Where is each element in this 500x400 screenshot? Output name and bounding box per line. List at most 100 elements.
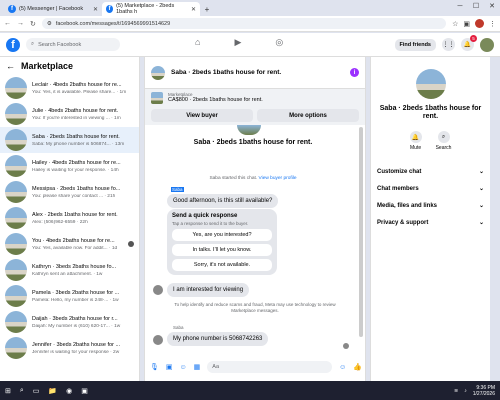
conversation-preview: Alex: (506)962-6559 · 22h (32, 219, 88, 225)
emoji-icon[interactable]: ☺ (339, 364, 346, 371)
conversation-item[interactable]: You · 4beds 2baths house for re... You: Y… (0, 231, 139, 257)
conversation-preview: Hailey is waiting for your response. · 1… (32, 167, 119, 173)
clock[interactable]: 9:36 PM 1/27/2026 (473, 385, 495, 397)
app-icon[interactable]: ▣ (81, 387, 88, 395)
conversation-item[interactable]: Pamela · 3beds 2baths house for ... Pamel… (0, 283, 139, 309)
home-icon[interactable]: ⌂ (195, 37, 200, 48)
notifications-icon[interactable]: 🔔 5 (461, 35, 477, 51)
conversation-item[interactable]: Hailey · 4beds 2baths house for re... Hai… (0, 153, 139, 179)
site-info-icon[interactable]: ⚙ (47, 21, 52, 27)
listing-card: Marketplace CA$800 · 2beds 1baths house … (145, 89, 365, 125)
profile-avatar[interactable] (480, 37, 494, 52)
main-nav: ⌂ ▶ ◎ (195, 37, 283, 48)
conversation-name: You · 4beds 2baths house for re... (32, 237, 115, 244)
find-friends-button[interactable]: Find friends (394, 38, 436, 51)
back-icon[interactable]: ← (4, 20, 11, 27)
quick-reply-button[interactable]: Yes, are you interested? (172, 229, 272, 241)
photo-icon[interactable]: ▣ (166, 363, 173, 371)
conversation-item[interactable]: Jennifer · 3beds 2baths house for ... Jen… (0, 335, 139, 361)
conversation-name: Alex · 2beds 1baths house for rent. (32, 211, 118, 218)
back-arrow-icon[interactable]: ← (6, 61, 15, 71)
listing-thumbnail (5, 77, 27, 99)
more-options-button[interactable]: More options (257, 109, 359, 122)
sender-avatar[interactable] (153, 335, 163, 345)
close-tab-icon[interactable]: ✕ (191, 6, 196, 13)
sender-avatar[interactable] (153, 285, 163, 295)
listing-thumbnail (5, 285, 27, 307)
conversation-item[interactable]: Leclair · 4beds 2baths house for re... Yo… (0, 75, 139, 101)
details-section[interactable]: Chat members ⌄ (371, 180, 490, 197)
conversation-name: Saba · 2beds 1baths house for rent. (32, 133, 120, 140)
scrollbar[interactable] (359, 127, 363, 337)
volume-icon[interactable]: ♪ (464, 388, 467, 394)
close-tab-icon[interactable]: ✕ (93, 6, 98, 13)
notification-badge: 5 (470, 35, 477, 42)
minimize-icon[interactable]: ─ (452, 0, 468, 14)
close-window-icon[interactable]: ✕ (484, 0, 500, 14)
mute-button[interactable]: 🔔 Mute (409, 131, 422, 151)
task-view-icon[interactable]: ▭ (33, 387, 40, 395)
details-section[interactable]: Media, files and links ⌄ (371, 197, 490, 214)
conversation-item-selected[interactable]: Saba · 2beds 1baths house for rent. Saba:… (0, 127, 139, 153)
info-icon[interactable]: i (350, 68, 359, 77)
listing-price: CA$800 · 2beds 1baths house for rent. (168, 97, 263, 103)
listing-thumbnail (5, 259, 27, 281)
chat-panel: Saba · 2beds 1baths house for rent. i Ma… (144, 57, 366, 381)
quick-reply-button[interactable]: Sorry, it's not available. (172, 259, 272, 271)
quick-reply-button[interactable]: In talks. I'll let you know. (172, 244, 272, 256)
listing-thumbnail (5, 233, 27, 255)
file-explorer-icon[interactable]: 📁 (48, 387, 57, 395)
conversation-preview: You: Yes, available now. For addit... · … (32, 245, 118, 251)
groups-icon[interactable]: ◎ (275, 37, 283, 48)
conversation-title: Saba · 2beds 1baths house for rent. (193, 139, 313, 146)
conversation-item[interactable]: Kathryn · 3beds 2baths house fo... Kathry… (0, 257, 139, 283)
wifi-icon[interactable]: ≋ (454, 388, 458, 394)
conversation-preview: You: If you're interested in viewing ...… (32, 115, 121, 121)
quick-response-title: Send a quick response (172, 213, 238, 219)
gif-icon[interactable]: ▦ (194, 363, 201, 371)
details-section[interactable]: Privacy & support ⌄ (371, 214, 490, 231)
extensions-icon[interactable]: ▣ (463, 20, 470, 28)
tab-title: (5) Marketplace - 2beds 1baths h (116, 3, 175, 15)
sticker-icon[interactable]: ☺ (180, 364, 187, 371)
browser-tab-active[interactable]: f (5) Marketplace - 2beds 1baths h ✕ (102, 2, 200, 16)
conversation-item[interactable]: Messipsa · 2beds 1baths house fo... You: … (0, 179, 139, 205)
conversation-item[interactable]: Daijah · 3beds 2baths house for r... Daij… (0, 309, 139, 335)
search-icon[interactable]: ⌕ (20, 387, 24, 395)
listing-thumbnail[interactable] (151, 65, 165, 80)
forward-icon[interactable]: → (17, 20, 24, 27)
message-input[interactable]: Aa (207, 361, 333, 373)
video-icon[interactable]: ▶ (234, 37, 241, 48)
star-icon[interactable]: ☆ (452, 20, 458, 28)
like-icon[interactable]: 👍 (353, 363, 362, 371)
quick-response-card: Send a quick response Tap a response to … (167, 209, 277, 275)
maximize-icon[interactable]: ☐ (468, 0, 484, 14)
conversation-item[interactable]: Alex · 2beds 1baths house for rent. Alex:… (0, 205, 139, 231)
browser-tab[interactable]: f (5) Messenger | Facebook ✕ (4, 2, 102, 16)
reload-icon[interactable]: ↻ (30, 20, 36, 28)
browser-profile-avatar[interactable] (475, 19, 484, 28)
conversation-item[interactable]: Julie · 4beds 2baths house for rent. You:… (0, 101, 139, 127)
start-icon[interactable]: ⊞ (5, 387, 11, 395)
url-field[interactable]: ⚙ facebook.com/messages/t/16945699915146… (41, 18, 447, 29)
chevron-down-icon: ⌄ (478, 220, 484, 226)
view-buyer-button[interactable]: View buyer (151, 109, 253, 122)
menu-icon[interactable]: ⋮ (489, 20, 496, 28)
microphone-icon[interactable]: 🎙 (150, 363, 159, 371)
menu-grid-icon[interactable]: ⋮⋮ (442, 38, 455, 51)
new-tab-button[interactable]: + (200, 2, 214, 16)
search-button[interactable]: ⌕ Search (436, 131, 451, 151)
listing-avatar (415, 69, 446, 99)
conversation-preview: You: Yes, it is available. Please share.… (32, 89, 127, 95)
conversation-preview: Daijah: My number is (610) 620-17... · 1… (32, 323, 121, 329)
listing-thumbnail (5, 129, 27, 151)
browser-icon[interactable]: ◉ (66, 387, 72, 395)
search-input[interactable]: ⌕ Search Facebook (26, 38, 120, 51)
view-buyer-profile-link[interactable]: View buyer profile (259, 176, 297, 181)
facebook-header: f ⌕ Search Facebook ⌂ ▶ ◎ Find friends ⋮… (0, 33, 500, 57)
facebook-logo-icon[interactable]: f (6, 37, 20, 52)
seen-avatar (343, 343, 349, 349)
details-section[interactable]: Customize chat ⌄ (371, 163, 490, 180)
listing-thumbnail[interactable] (151, 92, 163, 104)
chat-title[interactable]: Saba · 2beds 1baths house for rent. (171, 69, 344, 76)
